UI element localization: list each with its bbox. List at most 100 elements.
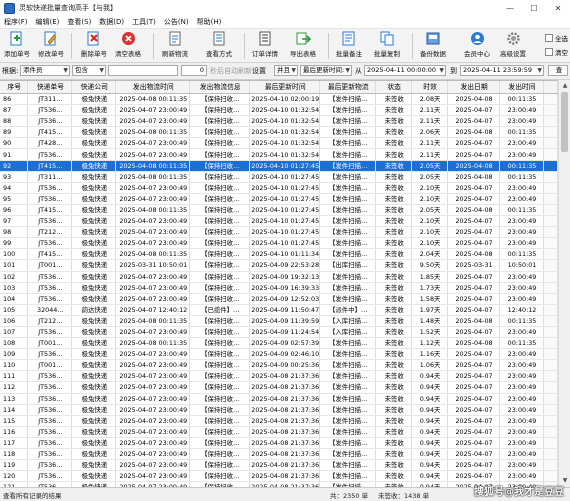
table-row[interactable]: 111 JT536… 极兔快递 2025-04-07 23:00:49 【保持扫收… 20… — [0, 370, 558, 383]
table-row[interactable]: 94 JT536… 极兔快递 2025-04-07 23:00:49 【保持扫收… 202… — [0, 182, 558, 194]
export-table-button[interactable]: 导出表格 — [288, 30, 318, 61]
column-header-ship-time[interactable]: 发出物流时间 — [115, 81, 191, 94]
table-row[interactable]: 110 JT001… 极兔快递 2025-04-07 23:00:49 【保持扫收… 20… — [0, 359, 558, 372]
table-row[interactable]: 104 JT536… 极兔快递 2025-04-07 23:00:49 【保持扫收… 20… — [0, 293, 558, 305]
date-to-input[interactable]: 2025-04-11 23:59:59 ▼ — [460, 65, 544, 76]
batch-copy-button[interactable]: 批量复制 — [372, 30, 402, 61]
cell-ship-time: 2025-04-08 00:11:35 — [115, 315, 191, 327]
cell-ship-clock: 23:00:49 — [499, 393, 544, 405]
column-header-ship-clock[interactable]: 发出时间 — [499, 81, 544, 94]
close-button[interactable]: ✕ — [546, 0, 570, 16]
cell-ship-time: 2025-04-08 00:11:35 — [115, 171, 191, 183]
table-row[interactable]: 86 JT311… 极兔快递 2025-04-08 00:11:35 【保持扫收… 202… — [0, 93, 558, 106]
cell-ship-time: 2025-04-08 00:11:35 — [115, 204, 191, 217]
table-row[interactable]: 105 32044… 韵达快递 2025-04-07 12:40:12 【已揽件】… 20… — [0, 304, 558, 316]
table-row[interactable]: 117 JT536… 极兔快递 2025-04-07 23:00:49 【保持扫收… 20… — [0, 437, 558, 450]
batch-note-button[interactable]: 批量备注 — [334, 30, 364, 61]
table-row[interactable]: 93 JT311… 极兔快递 2025-04-08 00:11:35 【保持扫收… 202… — [0, 171, 558, 183]
table-row[interactable]: 119 JT536… 极兔快递 2025-04-07 23:00:49 【保持扫收… 20… — [0, 459, 558, 472]
table-row[interactable]: 87 JT536… 极兔快递 2025-04-07 23:00:49 【保持扫收… 202… — [0, 104, 558, 117]
date-from-input[interactable]: 2025-04-11 00:00:00 ▼ — [364, 65, 446, 76]
refresh-seconds-input[interactable]: 0 — [181, 65, 207, 76]
table-row[interactable]: 95 JT536… 极兔快递 2025-04-07 23:00:49 【保持扫收… 202… — [0, 193, 558, 205]
settings-link[interactable]: 设置 — [252, 66, 266, 76]
table-row[interactable]: 100 JT415… 极兔快递 2025-04-08 00:11:35 【保持扫收… 20… — [0, 248, 558, 261]
column-header-update-time[interactable]: 最后更新时间 — [249, 81, 321, 94]
menu-help[interactable]: 帮助(H) — [193, 17, 226, 27]
cell-carrier: 极兔快递 — [71, 359, 117, 372]
column-header-ship-info[interactable]: 发出物流信息 — [189, 81, 251, 94]
table-row[interactable]: 88 JT536… 极兔快递 2025-04-07 23:00:49 【保持扫收… 202… — [0, 115, 558, 128]
column-header-carrier[interactable]: 快递公司 — [71, 81, 117, 94]
cell-ship-time: 2025-04-07 23:00:49 — [115, 348, 191, 361]
table-row[interactable]: 101 JT001… 极兔快递 2025-03-31 10:50:01 【保持扫收… 20… — [0, 259, 558, 272]
menu-notice[interactable]: 公告(N) — [160, 17, 193, 27]
member-center-button[interactable]: 会员中心 — [462, 30, 492, 61]
vertical-scrollbar[interactable]: ▲ ▼ — [558, 80, 570, 486]
menu-view[interactable]: 查看(S) — [63, 17, 95, 27]
table-row[interactable]: 109 JT536… 极兔快递 2025-04-07 23:00:49 【保持扫收… 20… — [0, 348, 558, 361]
menu-program[interactable]: 程序(F) — [0, 17, 32, 27]
cell-age: 2.10天 — [411, 237, 449, 250]
backup-data-button[interactable]: 备份数据 — [418, 30, 448, 61]
table-row[interactable]: 114 JT536… 极兔快递 2025-04-07 23:00:49 【保持扫收… 20… — [0, 404, 558, 416]
table-row[interactable]: 118 JT536… 极兔快递 2025-04-07 23:00:49 【保持扫收… 20… — [0, 448, 558, 461]
checkbox[interactable] — [545, 48, 553, 56]
table-row[interactable]: 115 JT536… 极兔快递 2025-04-07 23:00:49 【保持扫收… 20… — [0, 415, 558, 427]
table-row[interactable]: 99 JT536… 极兔快递 2025-04-07 23:00:49 【保持扫收… 202… — [0, 237, 558, 250]
field-select[interactable]: 添件员 ▼ — [20, 65, 70, 76]
table-row[interactable]: 108 JT001… 极兔快递 2025-04-08 00:11:35 【保持扫收… 20… — [0, 337, 558, 350]
clear-table-button[interactable]: 清空表格 — [113, 30, 143, 61]
column-header-index[interactable]: 序号 — [0, 81, 29, 94]
edit-number-button[interactable]: 修改单号 — [36, 30, 66, 61]
order-detail-button[interactable]: 订单详情 — [250, 30, 280, 61]
table-row[interactable]: 90 JT428… 极兔快递 2025-04-07 23:00:49 【保持扫收… 202… — [0, 137, 558, 150]
scroll-thumb[interactable] — [561, 92, 568, 152]
table-row[interactable]: 112 JT536… 极兔快递 2025-04-07 23:00:49 【保持扫收… 20… — [0, 381, 558, 394]
minimize-button[interactable]: — — [498, 0, 522, 16]
table-row[interactable]: 120 JT536… 极兔快递 2025-04-07 23:00:49 【保持扫收… 20… — [0, 470, 558, 483]
keyword-input[interactable] — [108, 65, 178, 76]
table-row[interactable]: 116 JT536… 极兔快递 2025-04-07 23:00:49 【保持扫收… 20… — [0, 426, 558, 438]
delete-number-button[interactable]: 删除单号 — [79, 30, 109, 61]
table-row[interactable]: 97 JT536… 极兔快递 2025-04-07 23:00:49 【保持扫收… 202… — [0, 215, 558, 228]
cell-tracking-no: JT415… — [27, 160, 73, 172]
refresh-logistics-button[interactable]: 刷新物流 — [160, 30, 190, 61]
table-row[interactable]: 91 JT536… 极兔快递 2025-04-07 23:00:49 【保持扫收… 202… — [0, 148, 558, 161]
menu-edit[interactable]: 编辑(E) — [32, 17, 64, 27]
select-all-check[interactable]: 全选 — [545, 33, 568, 43]
table-row[interactable]: 107 JT536… 极兔快递 2025-04-07 23:00:49 【保持扫收… 20… — [0, 326, 558, 339]
table-row[interactable]: 102 JT536… 极兔快递 2025-04-07 23:00:49 【保持扫收… 20… — [0, 271, 558, 283]
table-row[interactable]: 113 JT536… 极兔快递 2025-04-07 23:00:49 【保持扫收… 20… — [0, 393, 558, 405]
advanced-settings-button[interactable]: 高级设置 — [498, 30, 528, 61]
column-header-update-info[interactable]: 最后更新物流 — [319, 81, 377, 94]
scroll-up-icon[interactable]: ▲ — [559, 80, 570, 91]
checkbox[interactable] — [545, 34, 553, 42]
column-header-tracking-no[interactable]: 快递单号 — [27, 81, 73, 94]
table-row[interactable]: 103 JT536… 极兔快递 2025-04-07 23:00:49 【保持扫收… 20… — [0, 282, 558, 294]
cell-status: 未签收 — [375, 148, 413, 161]
menu-tools[interactable]: 工具(T) — [128, 17, 160, 27]
add-number-button[interactable]: 添加单号 — [2, 30, 32, 61]
cell-ship-info: 【保持扫收… — [189, 182, 251, 194]
column-header-age[interactable]: 时效 — [411, 81, 449, 94]
time-field-select[interactable]: 最后更新时间: ▼ — [300, 65, 352, 76]
column-header-ship-date[interactable]: 发出日期 — [447, 81, 501, 94]
table-row[interactable]: 98 JT212… 极兔快递 2025-04-07 23:00:49 【保持扫收… 202… — [0, 226, 558, 239]
view-mode-button[interactable]: 查看方式 — [204, 30, 234, 61]
cell-update-info: 【发件扫描… — [319, 393, 377, 405]
query-button[interactable]: 查 — [548, 65, 568, 76]
maximize-button[interactable]: ☐ — [522, 0, 546, 16]
table-row[interactable]: 89 JT415… 极兔快递 2025-04-08 00:11:35 【保持扫收… 202… — [0, 126, 558, 139]
match-select[interactable]: 包含 ▼ — [72, 65, 106, 76]
logic-select[interactable]: 并且 ▼ — [274, 65, 298, 76]
table-row[interactable]: 96 JT415… 极兔快递 2025-04-08 00:11:35 【保持扫收… 202… — [0, 204, 558, 217]
cell-carrier: 极兔快递 — [71, 393, 117, 405]
clear-check[interactable]: 清空 — [545, 47, 568, 57]
cell-ship-clock: 00:11:35 — [499, 337, 544, 350]
table-row[interactable]: 106 JT212… 极兔快递 2025-04-08 00:11:35 【保持扫收… 20… — [0, 315, 558, 327]
column-header-status[interactable]: 状态 — [375, 81, 413, 94]
cell-ship-date: 2025-04-08 — [447, 171, 501, 183]
table-row[interactable]: 92 JT415… 极兔快递 2025-04-08 00:11:35 【保持扫收… 202… — [0, 160, 558, 172]
menu-data[interactable]: 数据(D) — [95, 17, 128, 27]
